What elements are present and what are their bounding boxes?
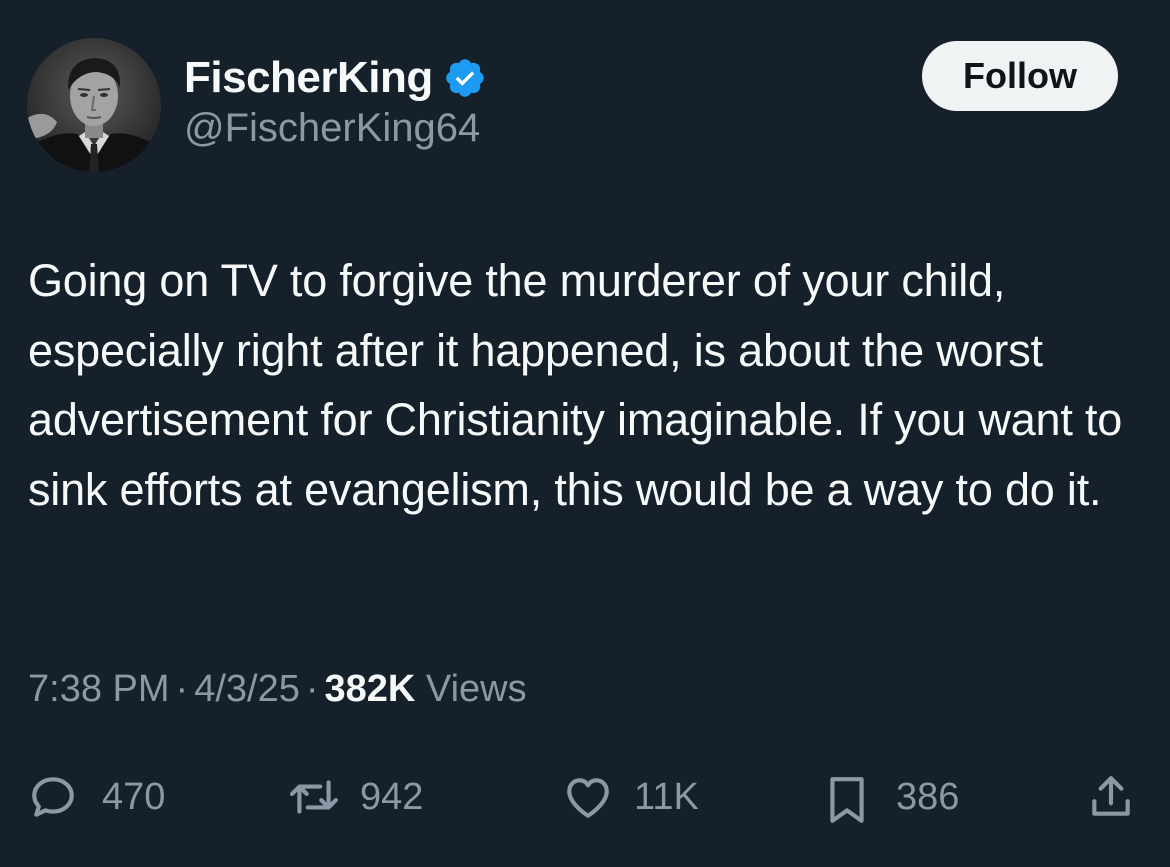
reply-button[interactable]: 470 <box>28 762 165 832</box>
author-display-name[interactable]: FischerKing <box>184 53 433 103</box>
share-icon <box>1086 772 1136 822</box>
views-label: Views <box>425 668 527 710</box>
like-button[interactable]: 11K <box>560 762 699 832</box>
follow-button[interactable]: Follow <box>922 41 1118 111</box>
meta-separator: · <box>305 668 319 710</box>
tweet-card: FischerKing @FischerKing64 Follow Going … <box>0 0 1170 867</box>
reply-count: 470 <box>102 775 166 818</box>
bookmark-count: 386 <box>896 775 960 818</box>
like-count: 11K <box>634 775 699 818</box>
tweet-date[interactable]: 4/3/25 <box>194 668 300 710</box>
author-handle[interactable]: @FischerKing64 <box>184 106 480 151</box>
bookmark-icon <box>822 772 872 823</box>
tweet-meta: 7:38 PM · 4/3/25 · 382K Views <box>28 668 527 711</box>
avatar[interactable] <box>27 38 161 172</box>
bookmark-button[interactable]: 386 <box>822 762 959 832</box>
avatar-photo-icon <box>27 38 161 172</box>
share-button[interactable] <box>1086 762 1136 832</box>
heart-icon <box>560 772 610 822</box>
views-count: 382K <box>324 668 416 710</box>
repost-count: 942 <box>360 775 424 818</box>
action-bar: 470 942 11K 386 <box>0 762 1170 832</box>
repost-button[interactable]: 942 <box>286 762 423 832</box>
verified-badge-icon[interactable] <box>443 56 487 100</box>
tweet-time[interactable]: 7:38 PM <box>28 668 170 710</box>
repost-icon <box>286 772 338 822</box>
meta-separator: · <box>175 668 189 710</box>
reply-icon <box>28 772 78 822</box>
tweet-text: Going on TV to forgive the murderer of y… <box>28 255 1123 515</box>
author-name-row: FischerKing <box>184 50 487 106</box>
